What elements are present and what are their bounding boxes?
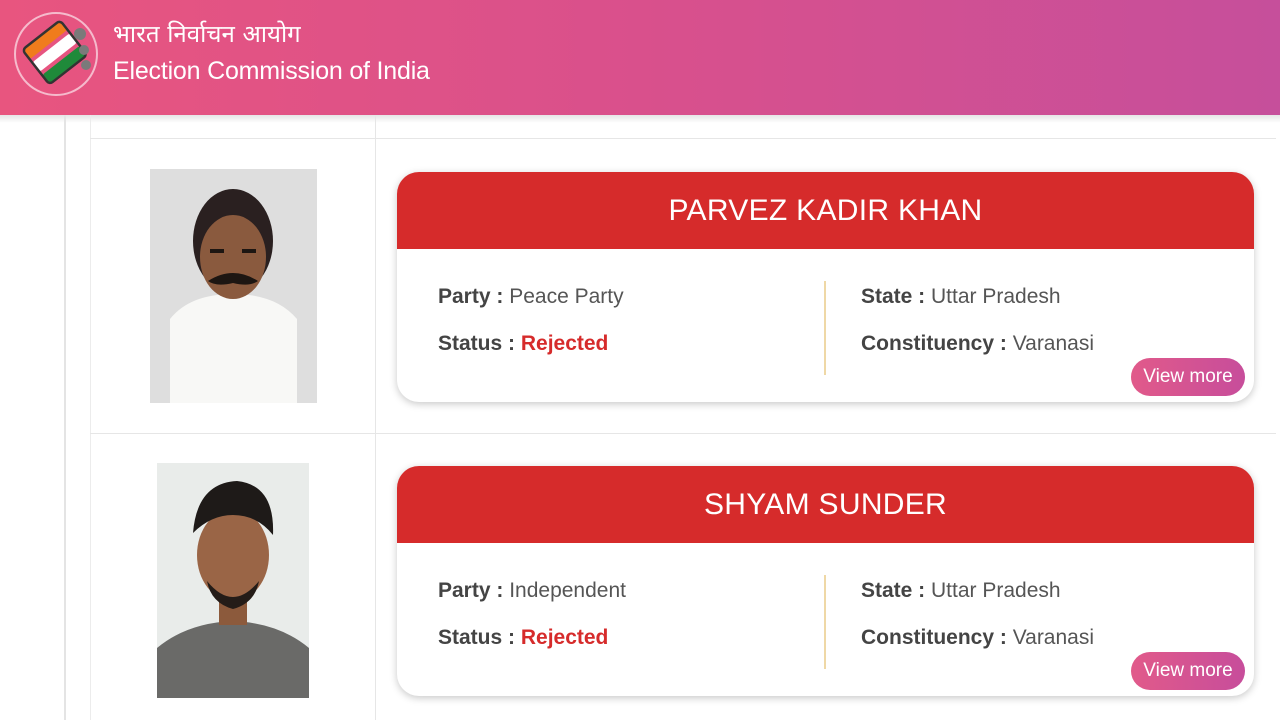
view-more-button[interactable]: View more bbox=[1131, 652, 1245, 690]
candidate-card: PARVEZ KADIR KHAN Party : Peace Party St… bbox=[397, 172, 1254, 402]
status-row: Status : Rejected bbox=[438, 626, 608, 650]
status-label: Status : bbox=[438, 332, 521, 355]
table-row-divider bbox=[90, 433, 1276, 434]
party-value: Peace Party bbox=[509, 285, 624, 308]
candidate-card: SHYAM SUNDER Party : Independent Status … bbox=[397, 466, 1254, 696]
column-separator bbox=[824, 575, 826, 669]
constituency-label: Constituency : bbox=[861, 332, 1013, 355]
column-separator bbox=[824, 281, 826, 375]
candidate-details: Party : Peace Party Status : Rejected St… bbox=[397, 249, 1254, 402]
brand-title-english: Election Commission of India bbox=[113, 57, 430, 85]
candidate-details: Party : Independent Status : Rejected St… bbox=[397, 543, 1254, 696]
candidate-name: SHYAM SUNDER bbox=[397, 466, 1254, 543]
candidate-photo bbox=[157, 463, 309, 698]
state-value: Uttar Pradesh bbox=[931, 285, 1061, 308]
view-more-button[interactable]: View more bbox=[1131, 358, 1245, 396]
state-value: Uttar Pradesh bbox=[931, 579, 1061, 602]
table-column-divider bbox=[375, 115, 376, 720]
table-row-divider bbox=[90, 138, 1276, 139]
constituency-row: Constituency : Varanasi bbox=[861, 626, 1094, 650]
eci-ballot-logo-icon[interactable] bbox=[12, 10, 100, 100]
table-divider bbox=[90, 115, 91, 720]
candidate-photo bbox=[150, 169, 317, 403]
constituency-value: Varanasi bbox=[1012, 332, 1095, 355]
state-label: State : bbox=[861, 579, 932, 602]
state-row: State : Uttar Pradesh bbox=[861, 285, 1061, 309]
party-row: Party : Peace Party bbox=[438, 285, 624, 309]
status-value: Rejected bbox=[520, 332, 609, 355]
state-label: State : bbox=[861, 285, 932, 308]
party-value: Independent bbox=[509, 579, 626, 602]
constituency-row: Constituency : Varanasi bbox=[861, 332, 1094, 356]
site-header: भारत निर्वाचन आयोग Election Commission o… bbox=[0, 0, 1280, 115]
status-label: Status : bbox=[438, 626, 521, 649]
party-row: Party : Independent bbox=[438, 579, 626, 603]
candidate-name: PARVEZ KADIR KHAN bbox=[397, 172, 1254, 249]
brand-title-hindi: भारत निर्वाचन आयोग bbox=[113, 20, 301, 48]
constituency-value: Varanasi bbox=[1012, 626, 1095, 649]
party-label: Party : bbox=[438, 285, 510, 308]
status-row: Status : Rejected bbox=[438, 332, 608, 356]
constituency-label: Constituency : bbox=[861, 626, 1013, 649]
state-row: State : Uttar Pradesh bbox=[861, 579, 1061, 603]
status-value: Rejected bbox=[520, 626, 609, 649]
party-label: Party : bbox=[438, 579, 510, 602]
brand-title[interactable]: भारत निर्वाचन आयोग Election Commission o… bbox=[113, 18, 430, 88]
